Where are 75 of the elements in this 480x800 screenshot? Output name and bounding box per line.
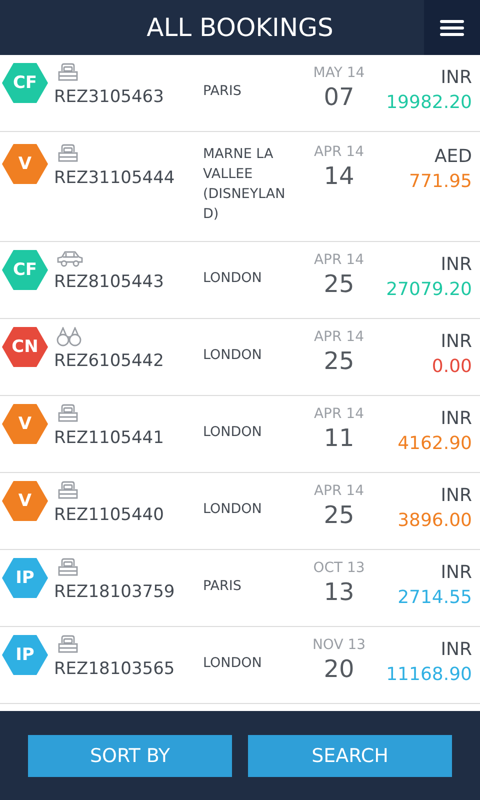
binoculars-icon: [56, 327, 82, 347]
booking-month: MAY 14: [313, 65, 365, 81]
booking-day: 07: [324, 83, 354, 111]
booking-day: 13: [324, 578, 354, 606]
booking-day: 25: [324, 501, 354, 529]
booking-row[interactable]: V REZ1105441 LONDON APR 14 11 INR 4162.90: [0, 396, 480, 473]
booking-amount: 3896.00: [398, 510, 472, 531]
booking-month: APR 14: [314, 483, 364, 499]
booking-row[interactable]: CF REZ8105443 LONDON APR 14 25 INR 27079.20: [0, 242, 480, 319]
page-title: ALL BOOKINGS: [146, 13, 334, 42]
booking-day: 20: [324, 655, 354, 683]
status-badge: CF: [2, 63, 48, 103]
city-name: LONDON: [203, 423, 263, 442]
booking-amount: 0.00: [432, 356, 472, 377]
bed-icon: [56, 558, 80, 578]
currency-code: INR: [440, 485, 472, 506]
booking-month: APR 14: [314, 406, 364, 422]
booking-row[interactable]: V REZ31105444 MARNE LA VALLEE (DISNEYLAN D) APR 14 14 AED 771.95: [0, 132, 480, 242]
booking-amount: 2714.55: [398, 587, 472, 608]
booking-reference: REZ18103565: [54, 659, 175, 679]
booking-row[interactable]: IP REZ18103759 PARIS OCT 13 13 INR 2714.55: [0, 550, 480, 627]
booking-reference: REZ1105441: [54, 428, 164, 448]
booking-day: 14: [324, 162, 354, 190]
status-badge: V: [2, 481, 48, 521]
status-badge: IP: [2, 635, 48, 675]
city-name: PARIS: [203, 577, 242, 596]
booking-month: NOV 13: [312, 637, 366, 653]
menu-icon: [440, 18, 464, 36]
city-name: MARNE LA VALLEE (DISNEYLAN D): [203, 145, 286, 224]
booking-reference: REZ6105442: [54, 351, 164, 371]
bed-icon: [56, 144, 80, 164]
bed-icon: [56, 63, 80, 83]
booking-reference: REZ18103759: [54, 582, 175, 602]
booking-reference: REZ31105444: [54, 168, 175, 188]
booking-row[interactable]: V REZ1105440 LONDON APR 14 25 INR 3896.00: [0, 473, 480, 550]
booking-amount: 4162.90: [398, 433, 472, 454]
city-name: LONDON: [203, 654, 263, 673]
booking-amount: 771.95: [409, 171, 472, 192]
booking-row[interactable]: CF REZ3105463 PARIS MAY 14 07 INR 19982.20: [0, 55, 480, 132]
bed-icon: [56, 404, 80, 424]
booking-month: APR 14: [314, 252, 364, 268]
booking-month: APR 14: [314, 144, 364, 160]
booking-row[interactable]: IP REZ18103565 LONDON NOV 13 20 INR 11168.90: [0, 627, 480, 704]
booking-amount: 19982.20: [386, 92, 472, 113]
status-badge: CN: [2, 327, 48, 367]
booking-month: APR 14: [314, 329, 364, 345]
bed-icon: [56, 635, 80, 655]
menu-button[interactable]: [424, 0, 480, 55]
city-name: LONDON: [203, 500, 263, 519]
booking-amount: 11168.90: [386, 664, 472, 685]
currency-code: INR: [440, 331, 472, 352]
booking-day: 25: [324, 270, 354, 298]
booking-reference: REZ1105440: [54, 505, 164, 525]
city-name: LONDON: [203, 269, 263, 288]
status-badge: CF: [2, 250, 48, 290]
car-icon: [56, 250, 84, 268]
currency-code: AED: [434, 146, 472, 167]
currency-code: INR: [440, 67, 472, 88]
currency-code: INR: [440, 408, 472, 429]
booking-month: OCT 13: [313, 560, 365, 576]
status-badge: V: [2, 404, 48, 444]
booking-day: 25: [324, 347, 354, 375]
status-badge: IP: [2, 558, 48, 598]
booking-reference: REZ8105443: [54, 272, 164, 292]
currency-code: INR: [440, 254, 472, 275]
currency-code: INR: [440, 562, 472, 583]
city-name: PARIS: [203, 82, 242, 101]
booking-amount: 27079.20: [386, 279, 472, 300]
currency-code: INR: [440, 639, 472, 660]
bed-icon: [56, 481, 80, 501]
booking-row[interactable]: CN REZ6105442 LONDON APR 14 25 INR 0.00: [0, 319, 480, 396]
city-name: LONDON: [203, 346, 263, 365]
status-badge: V: [2, 144, 48, 184]
booking-day: 11: [324, 424, 354, 452]
booking-reference: REZ3105463: [54, 87, 164, 107]
